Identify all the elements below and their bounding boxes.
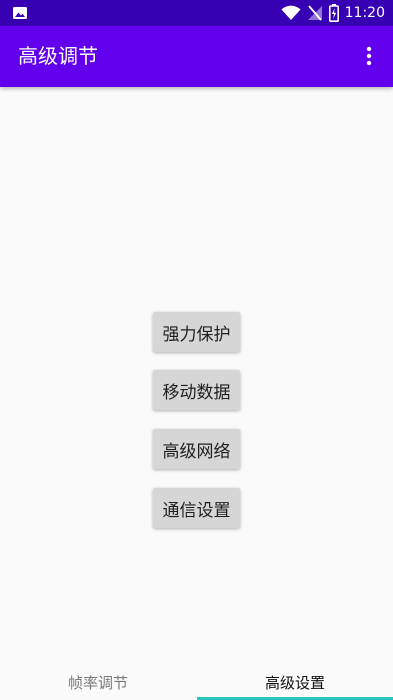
status-time: 11:20 bbox=[344, 5, 385, 21]
more-options-button[interactable] bbox=[357, 44, 381, 68]
status-bar: 11:20 bbox=[0, 0, 393, 26]
status-icons: 11:20 bbox=[281, 3, 385, 23]
app-bar: 高级调节 bbox=[0, 26, 393, 87]
page-title: 高级调节 bbox=[18, 44, 98, 68]
battery-charging-icon bbox=[328, 4, 339, 22]
tab-advanced-settings[interactable]: 高级设置 bbox=[197, 665, 393, 700]
communication-settings-button[interactable]: 通信设置 bbox=[153, 488, 240, 528]
bottom-tab-bar: 帧率调节 高级设置 bbox=[0, 665, 393, 700]
signal-off-icon bbox=[307, 5, 323, 21]
image-icon bbox=[12, 5, 28, 21]
wifi-icon bbox=[281, 5, 301, 21]
strong-protection-button[interactable]: 强力保护 bbox=[153, 312, 240, 352]
mobile-data-button[interactable]: 移动数据 bbox=[153, 370, 240, 410]
more-vert-icon bbox=[366, 46, 372, 66]
advanced-network-button[interactable]: 高级网络 bbox=[153, 429, 240, 469]
tab-frame-rate[interactable]: 帧率调节 bbox=[0, 665, 196, 700]
